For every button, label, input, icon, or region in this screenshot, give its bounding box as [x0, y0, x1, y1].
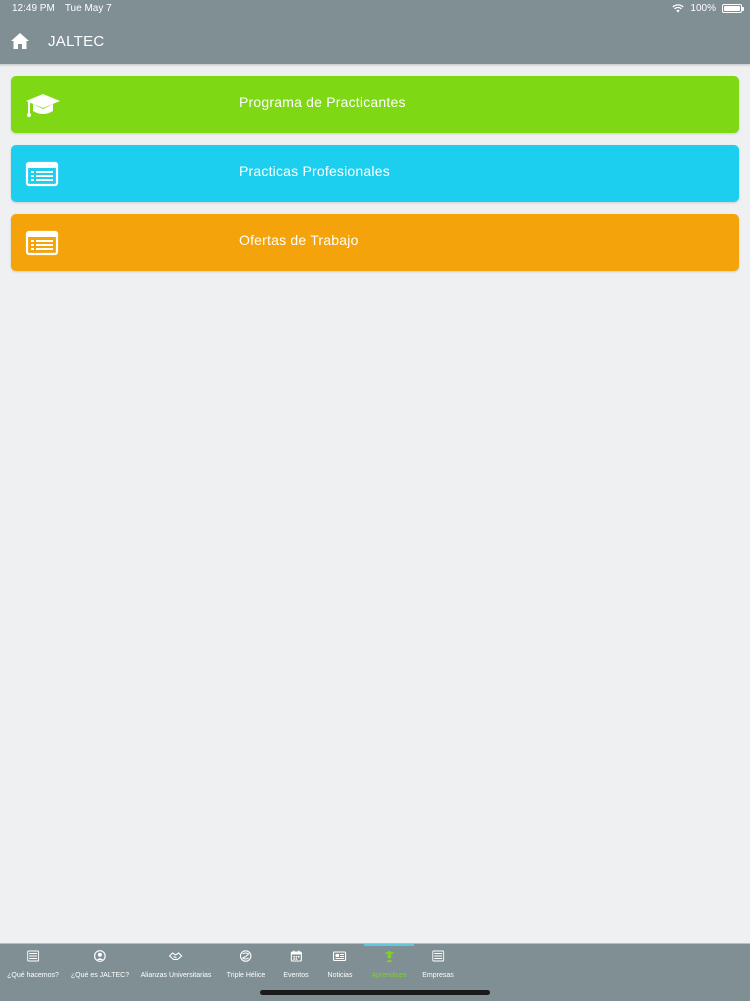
- status-time: 12:49 PM: [12, 3, 55, 14]
- nav-shadow: [0, 64, 750, 67]
- tab-label: Eventos: [283, 972, 309, 979]
- user-circle-icon: [94, 950, 106, 962]
- tab-label: Triple Hélice: [226, 972, 266, 979]
- list-card-icon: [25, 161, 59, 187]
- status-bar: 12:49 PM Tue May 7 100%: [0, 0, 750, 18]
- tab-empresas[interactable]: Empresas: [422, 944, 454, 988]
- handshake-icon: [169, 952, 183, 961]
- menu-item-practicas-profesionales[interactable]: Practicas Profesionales: [11, 145, 739, 202]
- tab-triple-helice[interactable]: Triple Hélice: [226, 944, 266, 988]
- tab-que-hacemos[interactable]: ¿Qué hacemos?: [7, 944, 59, 988]
- menu-item-programa-practicantes[interactable]: Programa de Practicantes: [11, 76, 739, 133]
- newspaper-icon: [333, 951, 347, 962]
- menu-item-label: Programa de Practicantes: [239, 94, 406, 110]
- list-card-icon: [25, 230, 59, 256]
- battery-percent: 100%: [690, 3, 716, 14]
- helix-icon: [240, 950, 252, 962]
- tab-label: Empresas: [422, 972, 454, 979]
- page-title: JALTEC: [48, 33, 105, 50]
- tab-eventos[interactable]: Eventos: [283, 944, 309, 988]
- battery-icon: [722, 4, 744, 13]
- tab-label: Alianzas Universitarias: [140, 972, 212, 979]
- menu-list: Programa de Practicantes Practicas Profe…: [11, 76, 739, 283]
- tab-noticias[interactable]: Noticias: [327, 944, 353, 988]
- tab-label: ¿Qué hacemos?: [7, 972, 59, 979]
- tab-alianzas-universitarias[interactable]: Alianzas Universitarias: [140, 944, 212, 988]
- home-icon[interactable]: [10, 32, 30, 50]
- tab-label: Aprendices: [371, 972, 407, 979]
- home-indicator: [260, 990, 490, 995]
- menu-item-ofertas-trabajo[interactable]: Ofertas de Trabajo: [11, 214, 739, 271]
- status-date: Tue May 7: [64, 3, 112, 14]
- tab-que-es-jaltec[interactable]: ¿Qué es JALTEC?: [71, 944, 129, 988]
- tab-label: Noticias: [327, 972, 353, 979]
- menu-item-label: Ofertas de Trabajo: [239, 232, 359, 248]
- nav-bar: JALTEC: [0, 18, 750, 64]
- tab-aprendices[interactable]: Aprendices: [371, 944, 407, 988]
- graduate-icon: [384, 951, 394, 962]
- tab-label: ¿Qué es JALTEC?: [70, 972, 130, 979]
- graduation-cap-icon: [26, 94, 60, 117]
- list-icon: [27, 950, 39, 962]
- calendar-icon: [290, 950, 302, 962]
- wifi-icon: [672, 4, 685, 13]
- menu-item-label: Practicas Profesionales: [239, 163, 390, 179]
- list-icon: [431, 950, 444, 962]
